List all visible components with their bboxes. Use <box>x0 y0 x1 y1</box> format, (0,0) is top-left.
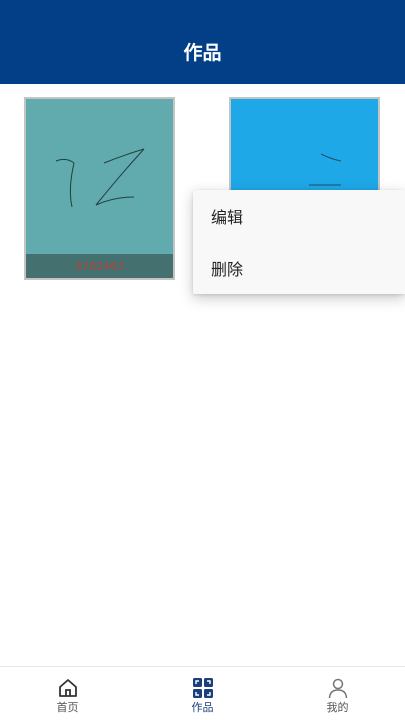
menu-item-edit[interactable]: 编辑 <box>193 190 405 242</box>
context-menu: 编辑 删除 <box>193 190 405 294</box>
nav-item-home[interactable]: 首页 <box>0 667 135 720</box>
nav-label-home: 首页 <box>56 701 79 714</box>
nav-label-mine: 我的 <box>326 701 349 714</box>
header-bar: 作品 <box>0 0 405 84</box>
work-card[interactable]: 9782463 <box>24 97 175 280</box>
page-title: 作品 <box>183 42 222 64</box>
work-caption: 9782463 <box>26 254 173 278</box>
grid-icon <box>192 678 213 698</box>
nav-item-mine[interactable]: 我的 <box>270 667 405 720</box>
nav-label-works: 作品 <box>191 701 214 714</box>
home-icon <box>58 679 77 697</box>
nav-item-works[interactable]: 作品 <box>135 667 270 720</box>
bottom-nav: 首页 作品 我的 <box>0 666 405 720</box>
work-thumbnail <box>55 148 145 208</box>
app: 作品 9782463 编辑 删除 首页 作品 我的 <box>0 0 405 720</box>
user-icon <box>328 678 347 699</box>
menu-item-delete[interactable]: 删除 <box>193 242 405 294</box>
